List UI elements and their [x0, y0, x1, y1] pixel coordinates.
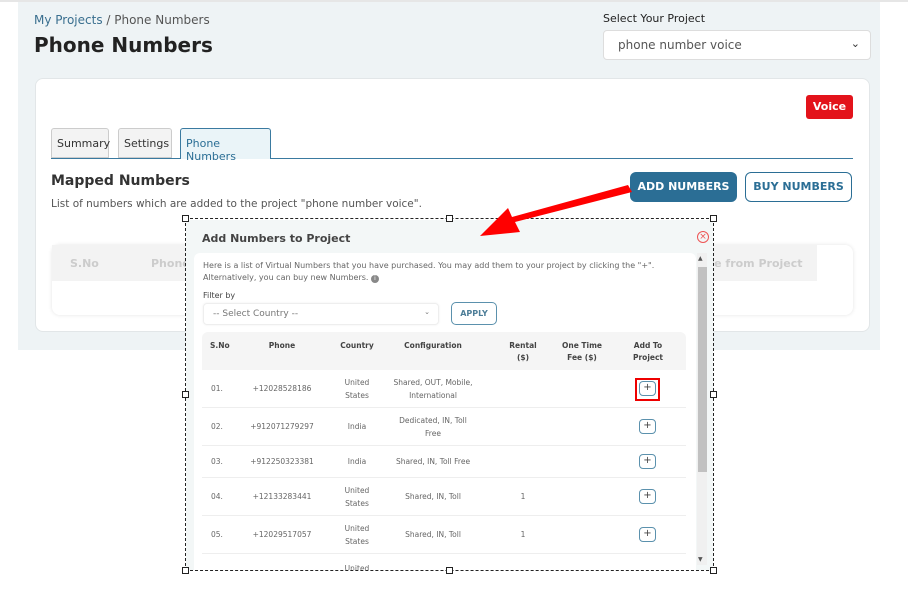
annotation-arrow [480, 185, 632, 236]
arrow-icon [480, 185, 632, 236]
